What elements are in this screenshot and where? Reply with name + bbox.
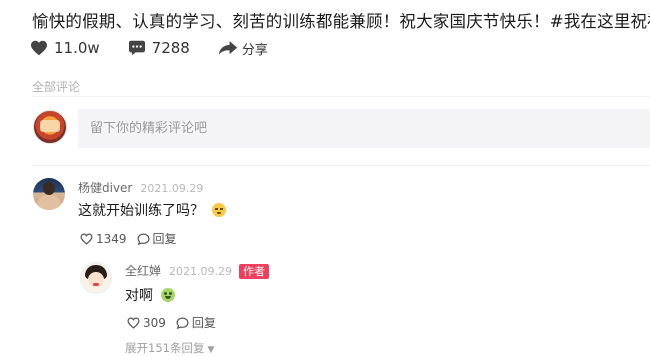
reply-bubble-icon: [176, 317, 189, 329]
reply-like-button[interactable]: 309: [127, 316, 166, 330]
smile-emoji-icon: [161, 288, 175, 302]
comment-time: 2021.09.29: [140, 182, 204, 195]
share-label: 分享: [241, 42, 268, 58]
reply-button[interactable]: 回复: [137, 230, 177, 247]
caret-down-icon: ▼: [207, 345, 215, 355]
comment-actions: 1349 回复: [80, 230, 187, 247]
comment-meta: 杨健diver 2021.09.29: [78, 179, 203, 196]
heart-outline-icon: [127, 317, 140, 329]
comment-bubble-icon: [128, 40, 145, 56]
current-user-avatar: [33, 110, 67, 144]
reply-time: 2021.09.29: [169, 265, 232, 278]
reply-text: 对啊: [125, 285, 175, 305]
like-count: 11.0w: [54, 39, 100, 57]
divider: [32, 165, 650, 166]
author-badge: 作者: [239, 264, 269, 279]
divider: [32, 96, 650, 97]
comment-username[interactable]: 杨健diver: [78, 179, 132, 196]
like-button[interactable]: 11.0w: [30, 39, 100, 57]
post-text: 愉快的假期、认真的学习、刻苦的训练都能兼顾！祝大家国庆节快乐！#我在这里祝福祖国: [32, 12, 650, 31]
avatar[interactable]: [33, 178, 65, 210]
reply-bubble-icon: [137, 233, 150, 245]
comment-body: 这就开始训练了吗？: [78, 203, 204, 219]
comment-text: 这就开始训练了吗？: [78, 200, 226, 220]
reply-label: 回复: [191, 316, 216, 330]
comment-like-count: 1349: [96, 231, 127, 246]
reply-like-count: 309: [143, 315, 166, 330]
share-arrow-icon: [218, 41, 238, 55]
expand-replies-button[interactable]: 展开151条回复 ▼: [125, 340, 214, 356]
avatar[interactable]: [80, 262, 112, 294]
reply-body: 对啊: [125, 288, 153, 304]
reply-label: 回复: [152, 232, 177, 246]
reply-button[interactable]: 回复: [176, 314, 216, 331]
reply-actions: 309 回复: [127, 314, 226, 331]
heart-icon: [31, 40, 47, 56]
comment-count: 7288: [151, 39, 190, 57]
all-comments-label: 全部评论: [32, 80, 81, 94]
reply-username[interactable]: 全红婵: [125, 262, 161, 279]
comment-like-button[interactable]: 1349: [80, 232, 127, 246]
sleepy-emoji-icon: [212, 203, 226, 217]
reply-meta: 全红婵 2021.09.29 作者: [125, 262, 269, 279]
post-stats-bar: 11.0w 7288 分享: [30, 36, 296, 60]
heart-outline-icon: [80, 233, 93, 245]
comment-button[interactable]: 7288: [128, 39, 190, 57]
comment-input[interactable]: [78, 109, 650, 148]
share-button[interactable]: 分享: [218, 39, 268, 58]
